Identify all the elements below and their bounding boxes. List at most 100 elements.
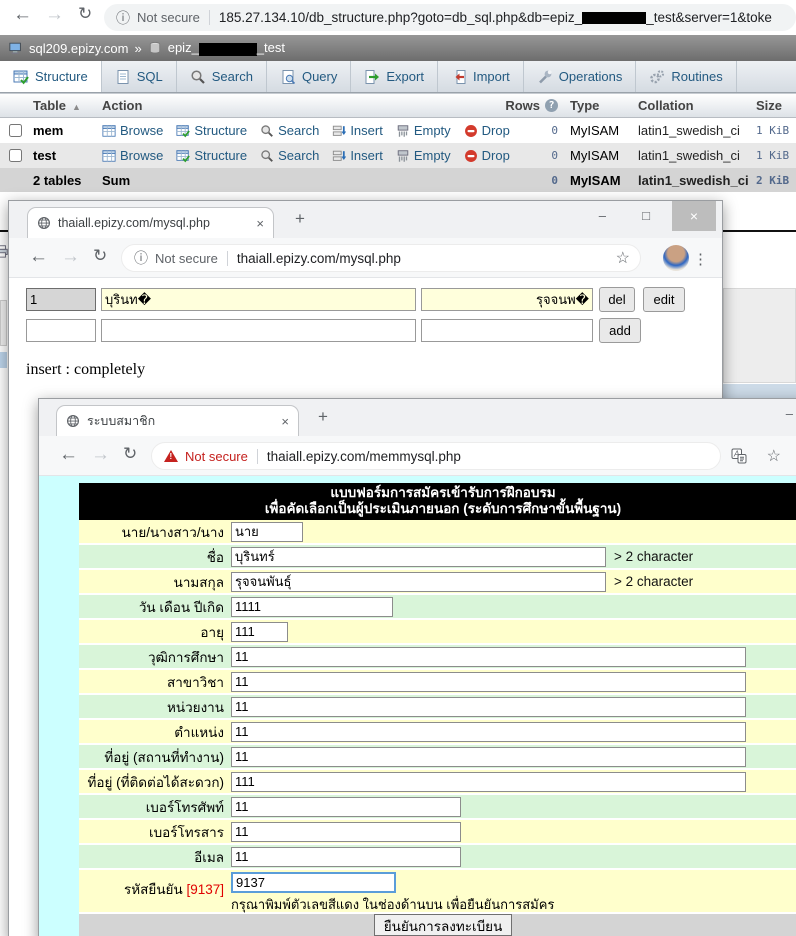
tab-close-icon[interactable]: × [256, 216, 264, 231]
captcha-input[interactable] [231, 872, 396, 893]
window2-toolbar: ← → ↻ Not secure thaiall.epizy.com/memmy… [39, 436, 796, 476]
new-tab-icon[interactable]: + [295, 209, 305, 229]
action-link-empty[interactable]: Empty [396, 148, 451, 163]
pma-tab-structure[interactable]: Structure [0, 61, 102, 92]
translate-icon[interactable]: A [731, 448, 747, 464]
pma-tab-query[interactable]: Query [267, 61, 351, 92]
tab-label: Export [386, 69, 424, 84]
reload-icon[interactable]: ↻ [78, 4, 92, 24]
new-name-field[interactable] [101, 319, 416, 342]
field-input[interactable] [231, 647, 746, 667]
address-bar[interactable]: Not secure thaiall.epizy.com/memmysql.ph… [151, 442, 721, 470]
field-input[interactable] [231, 797, 461, 817]
bookmark-star-icon[interactable]: ☆ [767, 446, 781, 466]
export-icon [364, 69, 380, 85]
pma-tab-export[interactable]: Export [351, 61, 438, 92]
field-input[interactable] [231, 747, 746, 767]
new-id-field[interactable] [26, 319, 96, 342]
add-button[interactable]: add [599, 318, 641, 343]
action-link-search[interactable]: Search [260, 123, 319, 138]
back-icon[interactable]: ← [29, 246, 48, 268]
row-checkbox[interactable] [9, 149, 22, 162]
header-type[interactable]: Type [570, 98, 638, 113]
new-tab-icon[interactable]: + [318, 407, 328, 427]
back-icon[interactable]: ← [13, 4, 32, 26]
form-row: ที่อยู่ (สถานที่ทำงาน) [79, 745, 796, 770]
field-label: ชื่อ [79, 546, 229, 568]
action-link-structure[interactable]: Structure [176, 148, 247, 163]
reload-icon[interactable]: ↻ [123, 444, 137, 464]
window2-page: แบบฟอร์มการสมัครเข้ารับการฝึกอบรม เพื่อค… [39, 476, 796, 936]
pma-tab-import[interactable]: Import [438, 61, 524, 92]
help-icon[interactable]: ? [545, 99, 558, 112]
address-bar[interactable]: ⓘ Not secure thaiall.epizy.com/mysql.php… [121, 244, 641, 272]
edit-button[interactable]: edit [643, 287, 685, 312]
redaction-box [582, 12, 646, 24]
field-input[interactable] [231, 772, 746, 792]
record-id-field[interactable] [26, 288, 96, 311]
header-collation[interactable]: Collation [638, 98, 756, 113]
action-link-search[interactable]: Search [260, 148, 319, 163]
action-link-empty[interactable]: Empty [396, 123, 451, 138]
del-button[interactable]: del [599, 287, 635, 312]
action-link-insert[interactable]: Insert [332, 123, 383, 138]
field-label: อายุ [79, 621, 229, 643]
action-link-structure[interactable]: Structure [176, 123, 247, 138]
collation-cell: latin1_swedish_ci [638, 148, 756, 163]
breadcrumb-database[interactable]: epiz__test [168, 40, 285, 55]
bookmark-star-icon[interactable]: ☆ [616, 248, 630, 268]
pma-tab-search[interactable]: Search [177, 61, 267, 92]
header-size[interactable]: Size [756, 98, 796, 113]
reload-icon[interactable]: ↻ [93, 246, 107, 266]
close-window-icon[interactable]: × [672, 201, 716, 231]
field-input[interactable] [231, 572, 606, 592]
screen: ← → ↻ ⓘ Not secure 185.27.134.10/db_stru… [0, 0, 796, 936]
table-name[interactable]: mem [30, 123, 102, 138]
submit-button[interactable]: ยืนยันการลงทะเบียน [374, 914, 513, 936]
field-input[interactable] [231, 672, 746, 692]
field-input[interactable] [231, 722, 746, 742]
field-input[interactable] [231, 697, 746, 717]
menu-dots-icon[interactable]: ⋮ [693, 250, 708, 268]
table-row: memBrowseStructureSearchInsertEmptyDrop0… [0, 118, 796, 143]
window2-tab[interactable]: ระบบสมาชิก × [56, 405, 299, 436]
info-icon[interactable]: ⓘ [134, 248, 148, 268]
minimize-icon[interactable]: – [599, 208, 606, 223]
field-label: อีเมล [79, 846, 229, 868]
field-input[interactable] [231, 597, 393, 617]
window2-titlebar[interactable]: ระบบสมาชิก × + – [39, 399, 796, 436]
action-link-browse[interactable]: Browse [102, 123, 163, 138]
profile-avatar[interactable] [663, 245, 689, 271]
field-input[interactable] [231, 847, 461, 867]
pma-tab-sql[interactable]: SQL [102, 61, 177, 92]
structure-icon [13, 69, 29, 85]
address-bar[interactable]: ⓘ Not secure 185.27.134.10/db_structure.… [104, 4, 796, 31]
minimize-icon[interactable]: – [786, 406, 793, 421]
header-table[interactable]: Table▲ [30, 98, 102, 113]
field-input[interactable] [231, 822, 461, 842]
tab-close-icon[interactable]: × [281, 414, 289, 429]
field-label: สาขาวิชา [79, 671, 229, 693]
back-icon[interactable]: ← [59, 444, 78, 466]
pma-tab-routines[interactable]: Routines [636, 61, 736, 92]
divider [227, 251, 228, 266]
field-input[interactable] [231, 622, 288, 642]
field-input[interactable] [231, 547, 606, 567]
row-checkbox[interactable] [9, 124, 22, 137]
header-rows[interactable]: Rows? [498, 98, 570, 113]
record-surname-field[interactable] [421, 288, 593, 311]
popup-window-memmysql: ระบบสมาชิก × + – ← → ↻ Not secure thaial… [38, 398, 796, 936]
record-name-field[interactable] [101, 288, 416, 311]
action-link-insert[interactable]: Insert [332, 148, 383, 163]
pma-tab-operations[interactable]: Operations [524, 61, 637, 92]
table-name[interactable]: test [30, 148, 102, 163]
new-surname-field[interactable] [421, 319, 593, 342]
window1-tab[interactable]: thaiall.epizy.com/mysql.php × [27, 207, 274, 238]
action-link-browse[interactable]: Browse [102, 148, 163, 163]
breadcrumb-server[interactable]: sql209.epizy.com [29, 41, 128, 56]
field-label: ที่อยู่ (ที่ติดต่อได้สะดวก) [79, 771, 229, 793]
maximize-icon[interactable]: □ [642, 208, 650, 223]
field-input[interactable] [231, 522, 303, 542]
info-icon[interactable]: ⓘ [116, 8, 130, 28]
window1-titlebar[interactable]: thaiall.epizy.com/mysql.php × + – □ × [9, 201, 722, 238]
